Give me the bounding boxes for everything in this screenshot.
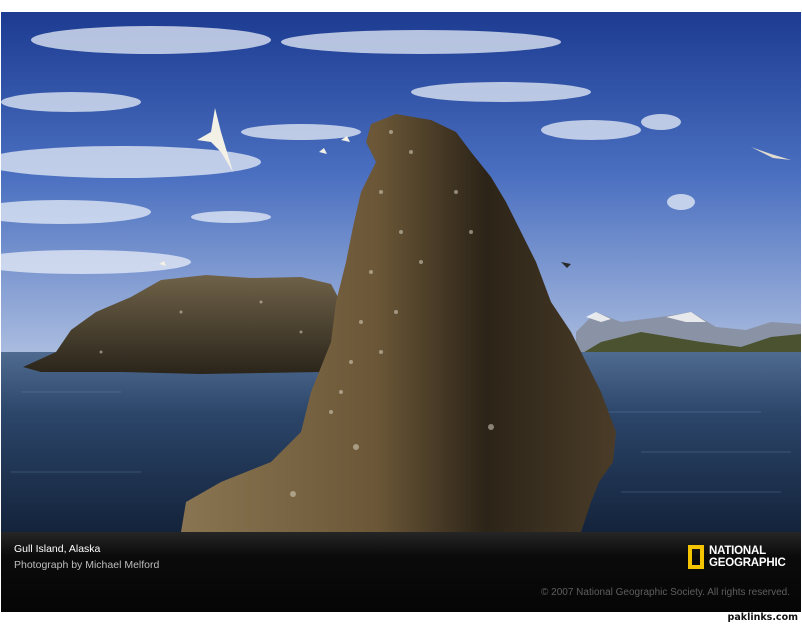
- wallpaper-frame: Gull Island, Alaska Photograph by Michae…: [1, 12, 801, 612]
- national-geographic-logo: NATIONAL GEOGRAPHIC: [688, 542, 786, 572]
- logo-line-geographic: GEOGRAPHIC: [709, 557, 786, 569]
- logo-line-national: NATIONAL: [709, 545, 766, 557]
- photo-gull-island: [1, 12, 801, 532]
- photo-credit: Photograph by Michael Melford: [14, 559, 160, 571]
- yellow-frame-icon: [688, 545, 704, 569]
- caption-bar: Gull Island, Alaska Photograph by Michae…: [1, 532, 801, 612]
- logo-wordmark: NATIONAL GEOGRAPHIC: [709, 545, 786, 569]
- caption-title: Gull Island, Alaska: [14, 543, 101, 555]
- site-watermark: paklinks.com: [727, 612, 798, 623]
- copyright-notice: © 2007 National Geographic Society. All …: [541, 587, 790, 598]
